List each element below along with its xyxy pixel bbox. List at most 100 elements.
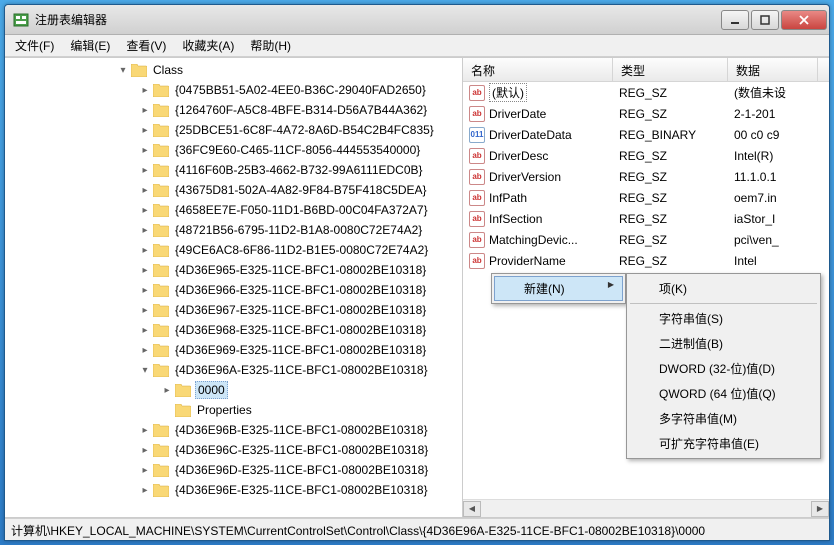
expand-icon[interactable]: ▸ (137, 322, 153, 338)
folder-icon (153, 204, 169, 217)
minimize-button[interactable] (721, 10, 749, 30)
tree-row[interactable]: ▸ {4D36E966-E325-11CE-BFC1-08002BE10318} (7, 280, 462, 300)
tree-label[interactable]: {4D36E96B-E325-11CE-BFC1-08002BE10318} (173, 422, 430, 438)
header-name[interactable]: 名称 (463, 58, 613, 81)
list-row[interactable]: abInfPathREG_SZoem7.in (463, 187, 829, 208)
expand-icon[interactable]: ▸ (137, 142, 153, 158)
tree-label[interactable]: {43675D81-502A-4A82-9F84-B75F418C5DEA} (173, 182, 429, 198)
list-row[interactable]: abProviderNameREG_SZIntel (463, 250, 829, 271)
expand-icon[interactable]: ▸ (137, 222, 153, 238)
tree-row[interactable]: ▸ {4D36E967-E325-11CE-BFC1-08002BE10318} (7, 300, 462, 320)
tree-row[interactable]: ▸ {4D36E96C-E325-11CE-BFC1-08002BE10318} (7, 440, 462, 460)
expand-icon[interactable]: ▸ (137, 422, 153, 438)
list-row[interactable]: abInfSectionREG_SZiaStor_I (463, 208, 829, 229)
tree-row[interactable]: ▸ 0000 (7, 380, 462, 400)
expand-icon[interactable]: ▸ (137, 302, 153, 318)
tree-row[interactable]: ▸ {4D36E969-E325-11CE-BFC1-08002BE10318} (7, 340, 462, 360)
tree-row[interactable]: Properties (7, 400, 462, 420)
tree-row[interactable]: ▸ {1264760F-A5C8-4BFE-B314-D56A7B44A362} (7, 100, 462, 120)
expand-icon[interactable]: ▸ (137, 202, 153, 218)
tree-row[interactable]: ▸ {49CE6AC8-6F86-11D2-B1E5-0080C72E74A2} (7, 240, 462, 260)
tree-row[interactable]: ▸ {0475BB51-5A02-4EE0-B36C-29040FAD2650} (7, 80, 462, 100)
tree-row[interactable]: ▸ {25DBCE51-6C8F-4A72-8A6D-B54C2B4FC835} (7, 120, 462, 140)
tree-row[interactable]: ▸ {4D36E96E-E325-11CE-BFC1-08002BE10318} (7, 480, 462, 500)
tree-label[interactable]: {4D36E969-E325-11CE-BFC1-08002BE10318} (173, 342, 428, 358)
tree-label[interactable]: {4D36E965-E325-11CE-BFC1-08002BE10318} (173, 262, 428, 278)
tree-label[interactable]: {4D36E96C-E325-11CE-BFC1-08002BE10318} (173, 442, 430, 458)
tree-label[interactable]: {4D36E96D-E325-11CE-BFC1-08002BE10318} (173, 462, 430, 478)
horizontal-scrollbar[interactable]: ◀ ▶ (463, 499, 829, 517)
tree-row[interactable]: ▸ {4D36E965-E325-11CE-BFC1-08002BE10318} (7, 260, 462, 280)
ctx-new-binary[interactable]: 二进制值(B) (629, 331, 818, 356)
tree-label[interactable]: {4D36E967-E325-11CE-BFC1-08002BE10318} (173, 302, 428, 318)
menu-file[interactable]: 文件(F) (9, 35, 60, 56)
tree-row[interactable]: ▸ {4D36E96B-E325-11CE-BFC1-08002BE10318} (7, 420, 462, 440)
ctx-new-qword[interactable]: QWORD (64 位)值(Q) (629, 381, 818, 406)
ctx-new-expandstring[interactable]: 可扩充字符串值(E) (629, 431, 818, 456)
tree-row[interactable]: ▸ {4D36E968-E325-11CE-BFC1-08002BE10318} (7, 320, 462, 340)
tree-label[interactable]: Class (151, 62, 185, 78)
tree-label[interactable]: Properties (195, 402, 254, 418)
list-row[interactable]: abMatchingDevic...REG_SZpci\ven_ (463, 229, 829, 250)
tree-label[interactable]: {4D36E96E-E325-11CE-BFC1-08002BE10318} (173, 482, 430, 498)
expand-icon[interactable]: ▸ (137, 242, 153, 258)
header-data[interactable]: 数据 (728, 58, 818, 81)
tree-row[interactable]: ▾ {4D36E96A-E325-11CE-BFC1-08002BE10318} (7, 360, 462, 380)
expand-icon[interactable]: ▸ (137, 482, 153, 498)
tree-row[interactable]: ▸ {4658EE7E-F050-11D1-B6BD-00C04FA372A7} (7, 200, 462, 220)
close-button[interactable] (781, 10, 827, 30)
tree-label[interactable]: {4D36E968-E325-11CE-BFC1-08002BE10318} (173, 322, 428, 338)
tree-label[interactable]: {0475BB51-5A02-4EE0-B36C-29040FAD2650} (173, 82, 428, 98)
list-row[interactable]: 011DriverDateDataREG_BINARY00 c0 c9 (463, 124, 829, 145)
expand-icon[interactable]: ▸ (137, 262, 153, 278)
expand-icon[interactable]: ▸ (137, 82, 153, 98)
tree-label[interactable]: {1264760F-A5C8-4BFE-B314-D56A7B44A362} (173, 102, 429, 118)
expand-icon[interactable]: ▸ (137, 182, 153, 198)
list-row[interactable]: ab(默认)REG_SZ(数值未设 (463, 82, 829, 103)
tree-label[interactable]: {36FC9E60-C465-11CF-8056-444553540000} (173, 142, 422, 158)
scroll-left-button[interactable]: ◀ (463, 501, 481, 517)
collapse-icon[interactable]: ▾ (137, 362, 153, 378)
list-row[interactable]: abDriverVersionREG_SZ11.1.0.1 (463, 166, 829, 187)
expand-icon[interactable]: ▸ (137, 462, 153, 478)
list-row[interactable]: abDriverDescREG_SZIntel(R) (463, 145, 829, 166)
tree-row[interactable]: ▾ Class (7, 60, 462, 80)
titlebar[interactable]: 注册表编辑器 (5, 5, 829, 35)
maximize-button[interactable] (751, 10, 779, 30)
tree-label[interactable]: {49CE6AC8-6F86-11D2-B1E5-0080C72E74A2} (173, 242, 430, 258)
expand-icon[interactable]: ▸ (159, 382, 175, 398)
tree-label[interactable]: 0000 (195, 381, 228, 399)
tree-row[interactable]: ▸ {4116F60B-25B3-4662-B732-99A6111EDC0B} (7, 160, 462, 180)
expand-icon[interactable]: ▸ (137, 282, 153, 298)
ctx-new[interactable]: 新建(N) (494, 276, 623, 301)
tree-label[interactable]: {4658EE7E-F050-11D1-B6BD-00C04FA372A7} (173, 202, 430, 218)
expand-icon[interactable]: ▸ (137, 342, 153, 358)
ctx-new-multistring[interactable]: 多字符串值(M) (629, 406, 818, 431)
expand-icon[interactable]: ▸ (137, 122, 153, 138)
ctx-new-dword[interactable]: DWORD (32-位)值(D) (629, 356, 818, 381)
tree-label[interactable]: {25DBCE51-6C8F-4A72-8A6D-B54C2B4FC835} (173, 122, 436, 138)
ctx-new-string[interactable]: 字符串值(S) (629, 306, 818, 331)
tree-label[interactable]: {4116F60B-25B3-4662-B732-99A6111EDC0B} (173, 162, 425, 178)
list-panel[interactable]: 名称 类型 数据 ab(默认)REG_SZ(数值未设abDriverDateRE… (463, 58, 829, 517)
tree-row[interactable]: ▸ {36FC9E60-C465-11CF-8056-444553540000} (7, 140, 462, 160)
tree-row[interactable]: ▸ {4D36E96D-E325-11CE-BFC1-08002BE10318} (7, 460, 462, 480)
collapse-icon[interactable]: ▾ (115, 62, 131, 78)
scroll-right-button[interactable]: ▶ (811, 501, 829, 517)
expand-icon[interactable]: ▸ (137, 442, 153, 458)
tree-label[interactable]: {48721B56-6795-11D2-B1A8-0080C72E74A2} (173, 222, 424, 238)
tree-label[interactable]: {4D36E96A-E325-11CE-BFC1-08002BE10318} (173, 362, 430, 378)
expand-icon[interactable]: ▸ (137, 102, 153, 118)
menu-favorites[interactable]: 收藏夹(A) (176, 35, 240, 56)
tree-panel[interactable]: ▾ Class ▸ {0475BB51-5A02-4EE0-B36C-29040FAD… (5, 58, 463, 517)
tree-row[interactable]: ▸ {43675D81-502A-4A82-9F84-B75F418C5DEA} (7, 180, 462, 200)
tree-row[interactable]: ▸ {48721B56-6795-11D2-B1A8-0080C72E74A2} (7, 220, 462, 240)
menu-edit[interactable]: 编辑(E) (64, 35, 116, 56)
expand-icon[interactable]: ▸ (137, 162, 153, 178)
menu-help[interactable]: 帮助(H) (244, 35, 297, 56)
menu-view[interactable]: 查看(V) (120, 35, 172, 56)
list-row[interactable]: abDriverDateREG_SZ2-1-201 (463, 103, 829, 124)
ctx-new-key[interactable]: 项(K) (629, 276, 818, 301)
tree-label[interactable]: {4D36E966-E325-11CE-BFC1-08002BE10318} (173, 282, 428, 298)
header-type[interactable]: 类型 (613, 58, 728, 81)
